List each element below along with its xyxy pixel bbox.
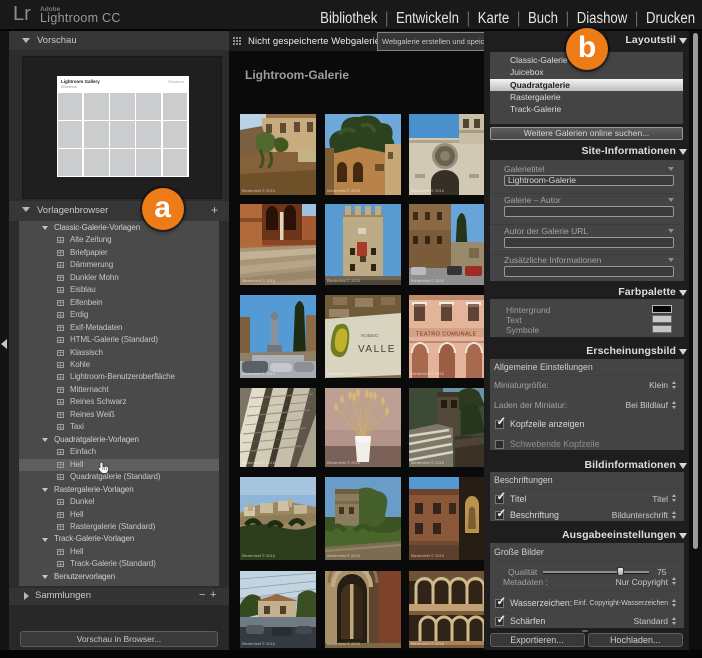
svg-text:Biedenfeld © 2016: Biedenfeld © 2016 xyxy=(411,188,445,193)
svg-text:Biedenfeld © 2016: Biedenfeld © 2016 xyxy=(242,188,276,193)
svg-text:Biedenfeld © 2016: Biedenfeld © 2016 xyxy=(242,371,276,376)
svg-text:Biedenfeld © 2016: Biedenfeld © 2016 xyxy=(242,553,276,558)
svg-text:Biedenfeld © 2016: Biedenfeld © 2016 xyxy=(411,371,445,376)
svg-text:Biedenfeld © 2016: Biedenfeld © 2016 xyxy=(242,460,276,465)
svg-text:Biedenfeld © 2016: Biedenfeld © 2016 xyxy=(327,553,361,558)
svg-text:VALLE: VALLE xyxy=(358,344,396,355)
svg-text:Biedenfeld © 2016: Biedenfeld © 2016 xyxy=(327,188,361,193)
svg-text:Biedenfeld © 2016: Biedenfeld © 2016 xyxy=(411,278,445,283)
svg-text:Biedenfeld © 2016: Biedenfeld © 2016 xyxy=(327,278,361,283)
svg-text:Biedenfeld © 2016: Biedenfeld © 2016 xyxy=(411,553,445,558)
svg-text:Biedenfeld © 2016: Biedenfeld © 2016 xyxy=(242,641,276,646)
svg-text:ROBBIO: ROBBIO xyxy=(361,333,379,338)
svg-text:Biedenfeld © 2016: Biedenfeld © 2016 xyxy=(327,371,361,376)
svg-text:Biedenfeld © 2016: Biedenfeld © 2016 xyxy=(242,278,276,283)
svg-text:Biedenfeld © 2016: Biedenfeld © 2016 xyxy=(327,641,361,646)
svg-text:Biedenfeld © 2016: Biedenfeld © 2016 xyxy=(411,641,445,646)
svg-text:Biedenfeld © 2016: Biedenfeld © 2016 xyxy=(327,460,361,465)
svg-text:Biedenfeld © 2016: Biedenfeld © 2016 xyxy=(411,460,445,465)
svg-text:TEATRO COMUNALE: TEATRO COMUNALE xyxy=(416,332,477,338)
